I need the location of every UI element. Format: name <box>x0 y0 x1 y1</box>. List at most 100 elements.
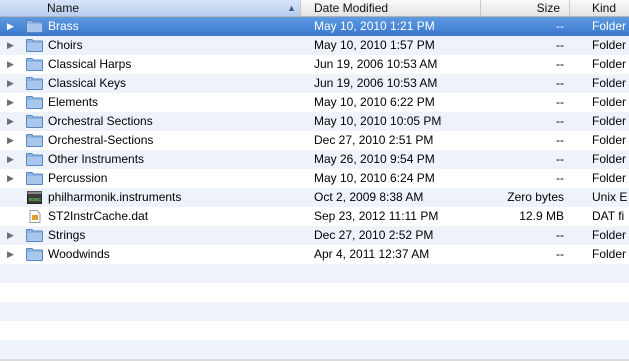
file-size: -- <box>556 133 564 147</box>
file-row[interactable]: ▶ Classical Keys Jun 19, 2006 10:53 AM -- Fo… <box>0 74 629 93</box>
folder-icon <box>26 77 43 90</box>
file-size: -- <box>556 171 564 185</box>
folder-icon <box>26 39 43 52</box>
file-name: Brass <box>48 19 79 33</box>
file-row[interactable]: ▶ Brass May 10, 2010 1:21 PM -- Folder <box>0 17 629 36</box>
file-size: -- <box>556 152 564 166</box>
file-name: Classical Harps <box>48 57 132 71</box>
file-size: -- <box>556 95 564 109</box>
column-name-label: Name <box>47 1 80 15</box>
file-kind: Folder <box>592 133 627 147</box>
file-date-modified: Dec 27, 2010 2:51 PM <box>314 133 434 147</box>
file-size: -- <box>556 19 564 33</box>
file-name: ST2InstrCache.dat <box>48 209 149 223</box>
document-file-icon <box>26 210 43 223</box>
file-kind: Folder <box>592 114 627 128</box>
file-row[interactable]: ▶ Strings Dec 27, 2010 2:52 PM -- Folder <box>0 226 629 245</box>
sort-ascending-icon: ▲ <box>287 3 296 13</box>
empty-row <box>0 264 629 283</box>
file-kind: Folder <box>592 152 627 166</box>
file-row[interactable]: ▶ Percussion May 10, 2010 6:24 PM -- Folder <box>0 169 629 188</box>
folder-icon <box>26 248 43 261</box>
folder-icon <box>26 58 43 71</box>
empty-row <box>0 321 629 340</box>
disclosure-triangle-icon[interactable]: ▶ <box>7 169 17 188</box>
file-row[interactable]: ▶ Woodwinds Apr 4, 2011 12:37 AM -- Folder <box>0 245 629 264</box>
disclosure-triangle-icon[interactable]: ▶ <box>7 17 17 36</box>
folder-icon <box>26 134 43 147</box>
column-size-label: Size <box>536 1 560 15</box>
file-row[interactable]: ▶ Orchestral Sections May 10, 2010 10:05 P… <box>0 112 629 131</box>
column-name-header[interactable]: Name ▲ <box>0 0 301 16</box>
file-name: Classical Keys <box>48 76 127 90</box>
disclosure-triangle-icon[interactable]: ▶ <box>7 226 17 245</box>
file-size: -- <box>556 38 564 52</box>
file-size: -- <box>556 114 564 128</box>
disclosure-triangle-icon[interactable]: ▶ <box>7 245 17 264</box>
file-name: Other Instruments <box>48 152 145 166</box>
column-kind-label: Kind <box>592 1 617 15</box>
empty-row <box>0 283 629 302</box>
file-date-modified: Sep 23, 2012 11:11 PM <box>314 209 439 223</box>
file-name: Orchestral-Sections <box>48 133 154 147</box>
empty-row <box>0 302 629 321</box>
file-kind: Folder <box>592 95 627 109</box>
file-size: -- <box>556 247 564 261</box>
disclosure-triangle-icon[interactable]: ▶ <box>7 150 17 169</box>
file-date-modified: Apr 4, 2011 12:37 AM <box>314 247 430 261</box>
file-name: Percussion <box>48 171 108 185</box>
disclosure-triangle-icon[interactable]: ▶ <box>7 74 17 93</box>
disclosure-triangle-icon[interactable]: ▶ <box>7 112 17 131</box>
folder-icon <box>26 172 43 185</box>
file-date-modified: May 26, 2010 9:54 PM <box>314 152 435 166</box>
folder-icon <box>26 96 43 109</box>
folder-icon <box>26 115 43 128</box>
file-kind: Folder <box>592 171 627 185</box>
folder-icon <box>26 153 43 166</box>
file-date-modified: May 10, 2010 6:24 PM <box>314 171 435 185</box>
column-size-header[interactable]: Size <box>481 0 570 16</box>
file-row[interactable]: ▶ Elements May 10, 2010 6:22 PM -- Folder <box>0 93 629 112</box>
file-kind: Folder <box>592 76 627 90</box>
column-kind-header[interactable]: Kind <box>570 0 629 16</box>
file-name: Elements <box>48 95 99 109</box>
file-kind: DAT fi <box>592 209 625 223</box>
file-size: Zero bytes <box>507 190 564 204</box>
file-size: -- <box>556 76 564 90</box>
disclosure-triangle-icon[interactable]: ▶ <box>7 131 17 150</box>
file-size: -- <box>556 57 564 71</box>
file-name: Choirs <box>48 38 83 52</box>
file-list: ▶ Brass May 10, 2010 1:21 PM -- Folder ▶ Choir… <box>0 17 629 264</box>
executable-file-icon: exec <box>26 191 43 204</box>
file-size: -- <box>556 228 564 242</box>
file-kind: Folder <box>592 38 627 52</box>
folder-icon <box>26 20 43 33</box>
folder-icon <box>26 229 43 242</box>
file-date-modified: Dec 27, 2010 2:52 PM <box>314 228 434 242</box>
disclosure-triangle-icon[interactable]: ▶ <box>7 36 17 55</box>
file-name: Strings <box>48 228 86 242</box>
file-row[interactable]: ▶ Classical Harps Jun 19, 2006 10:53 AM -- F… <box>0 55 629 74</box>
file-date-modified: Oct 2, 2009 8:38 AM <box>314 190 424 204</box>
file-date-modified: May 10, 2010 1:57 PM <box>314 38 435 52</box>
file-date-modified: May 10, 2010 1:21 PM <box>314 19 435 33</box>
file-row[interactable]: exec philharmonik.instruments Oct 2, 2009 … <box>0 188 629 207</box>
file-name: Woodwinds <box>48 247 110 261</box>
column-date-header[interactable]: Date Modified <box>301 0 481 16</box>
file-kind: Folder <box>592 19 627 33</box>
file-kind: Folder <box>592 57 627 71</box>
column-date-label: Date Modified <box>314 1 389 15</box>
file-kind: Unix E <box>592 190 628 204</box>
column-header: Name ▲ Date Modified Size Kind <box>0 0 629 17</box>
file-kind: Folder <box>592 247 627 261</box>
file-date-modified: Jun 19, 2006 10:53 AM <box>314 76 438 90</box>
empty-row <box>0 340 629 359</box>
file-row[interactable]: ▶ Orchestral-Sections Dec 27, 2010 2:51 PM… <box>0 131 629 150</box>
file-row[interactable]: ▶ Other Instruments May 26, 2010 9:54 PM --… <box>0 150 629 169</box>
disclosure-triangle-icon[interactable]: ▶ <box>7 93 17 112</box>
svg-text:exec: exec <box>29 197 41 203</box>
disclosure-triangle-icon[interactable]: ▶ <box>7 55 17 74</box>
file-size: 12.9 MB <box>519 209 564 223</box>
file-row[interactable]: ST2InstrCache.dat Sep 23, 2012 11:11 PM 12… <box>0 207 629 226</box>
file-row[interactable]: ▶ Choirs May 10, 2010 1:57 PM -- Folder <box>0 36 629 55</box>
